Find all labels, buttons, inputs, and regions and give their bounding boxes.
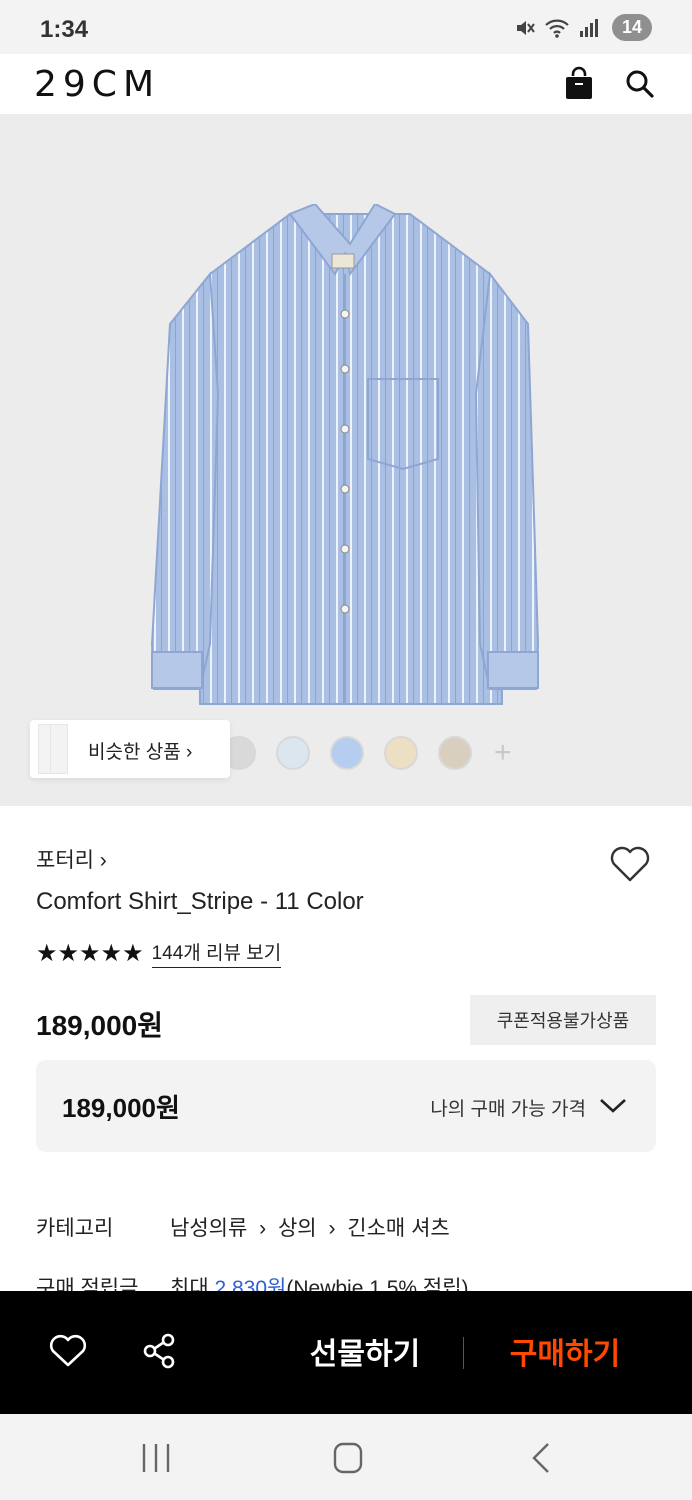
status-icons: 14: [514, 14, 652, 41]
buy-button[interactable]: 구매하기: [490, 1329, 640, 1375]
my-price-box[interactable]: 189,000원 나의 구매 가능 가격: [36, 1060, 656, 1152]
brand-logo[interactable]: 29CM: [34, 64, 160, 105]
home-icon[interactable]: [328, 1440, 368, 1476]
product-image-area[interactable]: + 비슷한 상품 ›: [0, 114, 692, 806]
rating-row: ★★★★★ 144개 리뷰 보기: [36, 938, 282, 968]
category-separator: ›: [259, 1217, 267, 1240]
wishlist-heart-icon[interactable]: [48, 1331, 88, 1371]
wifi-icon: [545, 19, 569, 38]
similar-products-label: 비슷한 상품 ›: [88, 742, 193, 763]
share-icon[interactable]: [140, 1331, 180, 1371]
coupon-badge: 쿠폰적용불가상품: [470, 995, 656, 1045]
mute-icon: [516, 20, 535, 35]
chevron-down-icon: [600, 1099, 626, 1113]
color-swatch[interactable]: [330, 736, 364, 770]
similar-thumbnails: [30, 720, 68, 778]
color-swatch[interactable]: [438, 736, 472, 770]
battery-badge: 14: [611, 14, 652, 41]
bottom-action-bar: 선물하기 구매하기: [0, 1291, 692, 1414]
back-icon[interactable]: [522, 1440, 562, 1476]
product-shirt-image: [150, 204, 540, 705]
category-level-2[interactable]: 상의: [278, 1217, 317, 1240]
search-icon[interactable]: [622, 66, 656, 102]
my-price-label: 나의 구매 가능 가격: [430, 1099, 586, 1120]
similar-thumbnail: [50, 724, 68, 774]
brand-link[interactable]: 포터리 ›: [36, 844, 107, 874]
color-swatch[interactable]: [384, 736, 418, 770]
status-bar: 1:34 14: [0, 0, 692, 54]
rating-stars: ★★★★★: [36, 939, 144, 967]
product-price: 189,000원: [36, 1010, 163, 1041]
status-time: 1:34: [40, 16, 89, 43]
app-header: 29CM: [0, 54, 692, 114]
similar-products-button[interactable]: 비슷한 상품 ›: [30, 720, 230, 778]
signal-icon: [579, 18, 598, 37]
recent-apps-icon[interactable]: [136, 1440, 176, 1476]
category-separator: ›: [328, 1217, 336, 1240]
review-link[interactable]: 144개 리뷰 보기: [151, 938, 282, 968]
gift-button[interactable]: 선물하기: [290, 1329, 440, 1375]
wishlist-heart-icon[interactable]: [608, 842, 652, 886]
shopping-bag-icon[interactable]: [562, 66, 596, 102]
category-row: 카테고리 남성의류 › 상의 › 긴소매 셔츠: [36, 1212, 456, 1242]
more-colors-icon[interactable]: +: [494, 736, 512, 770]
category-label: 카테고리: [36, 1217, 114, 1240]
system-navigation-bar: [0, 1414, 692, 1500]
product-name: Comfort Shirt_Stripe - 11 Color: [36, 888, 364, 915]
category-level-1[interactable]: 남성의류: [170, 1217, 247, 1240]
my-price-value: 189,000원: [62, 1093, 180, 1123]
category-path: 남성의류 › 상의 › 긴소매 셔츠: [170, 1212, 456, 1242]
color-swatch[interactable]: [276, 736, 310, 770]
category-level-3[interactable]: 긴소매 셔츠: [347, 1217, 449, 1240]
action-bar-divider: [463, 1337, 464, 1369]
